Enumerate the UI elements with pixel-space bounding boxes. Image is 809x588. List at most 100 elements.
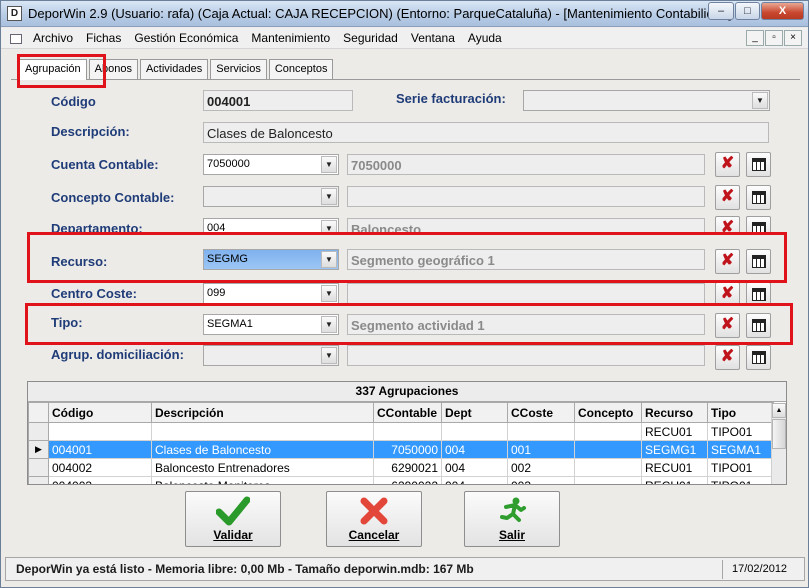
codigo-field[interactable]: 004001 [203,90,353,111]
table-cell[interactable] [48,422,152,441]
child-close-button[interactable]: × [784,30,802,46]
table-cell[interactable]: 7050000 [373,440,442,459]
clear-cuenta-button[interactable]: ✘ [715,152,740,177]
column-header-descripcion[interactable]: Descripción [151,402,374,423]
scroll-up-icon[interactable]: ▲ [772,403,786,418]
concepto-combo[interactable]: ▼ [203,186,339,207]
table-cell[interactable] [574,422,642,441]
table-cell[interactable]: 004 [441,458,508,477]
recurso-combo[interactable]: SEGMG ▼ [203,249,339,270]
table-cell[interactable]: 004 [441,440,508,459]
table-cell[interactable]: 6290021 [373,458,442,477]
chevron-down-icon[interactable]: ▼ [321,188,337,205]
calendar-icon[interactable] [746,249,771,274]
agrup-combo[interactable]: ▼ [203,345,339,366]
child-restore-button[interactable]: ▫ [765,30,783,46]
table-cell[interactable]: Clases de Baloncesto [151,440,374,459]
table-cell[interactable]: RECU01 [641,422,708,441]
column-header-ccontable[interactable]: CContable [373,402,442,423]
clear-concepto-button[interactable]: ✘ [715,185,740,210]
tab-servicios[interactable]: Servicios [210,59,267,79]
table-cell[interactable]: 002 [507,458,575,477]
maximize-button[interactable]: □ [735,2,760,20]
column-header-tipo[interactable]: Tipo [707,402,774,423]
cuenta-combo[interactable]: 7050000 ▼ [203,154,339,175]
tab-abonos[interactable]: Abonos [88,59,138,79]
table-row[interactable]: 004002 Baloncesto Entrenadores 6290021 0… [28,458,774,477]
menu-mantenimiento[interactable]: Mantenimiento [251,31,330,45]
tab-agrupacion[interactable]: Agrupación [19,59,87,80]
table-cell[interactable] [507,422,575,441]
column-header-ccoste[interactable]: CCoste [507,402,575,423]
chevron-down-icon[interactable]: ▼ [321,251,337,268]
menu-ventana[interactable]: Ventana [411,31,455,45]
calendar-icon[interactable] [746,152,771,177]
clear-tipo-button[interactable]: ✘ [715,313,740,338]
document-icon[interactable] [10,34,22,44]
table-cell[interactable]: TIPO01 [707,422,774,441]
table-cell[interactable]: TIPO01 [707,458,774,477]
table-cell[interactable]: TIPO01 [707,476,774,484]
table-cell[interactable] [574,440,642,459]
table-cell[interactable]: 6290022 [373,476,442,484]
table-cell[interactable]: RECU01 [641,458,708,477]
table-cell[interactable]: 004002 [48,458,152,477]
tab-actividades[interactable]: Actividades [139,59,209,79]
tab-conceptos[interactable]: Conceptos [268,59,334,79]
status-message: DeporWin ya está listo - Memoria libre: … [16,562,474,576]
title-bar[interactable]: D DeporWin 2.9 (Usuario: rafa) (Caja Act… [1,1,808,27]
chevron-down-icon[interactable]: ▼ [321,285,337,302]
clear-recurso-button[interactable]: ✘ [715,249,740,274]
descripcion-field[interactable]: Clases de Baloncesto [203,122,769,143]
menu-fichas[interactable]: Fichas [86,31,121,45]
table-cell[interactable] [373,422,442,441]
row-header-corner [28,402,49,423]
child-minimize-button[interactable]: _ [746,30,764,46]
chevron-down-icon[interactable]: ▼ [321,347,337,364]
salir-button[interactable]: Salir [464,491,560,547]
table-cell[interactable] [441,422,508,441]
clear-agrup-button[interactable]: ✘ [715,345,740,370]
checkmark-icon [186,496,280,526]
centro-combo[interactable]: 099 ▼ [203,283,339,304]
chevron-down-icon[interactable]: ▼ [752,92,768,109]
close-button[interactable]: X [761,2,804,20]
menu-archivo[interactable]: Archivo [33,31,73,45]
table-cell[interactable] [574,458,642,477]
scroll-thumb[interactable] [772,419,786,449]
minimize-button[interactable]: – [708,2,734,20]
table-cell[interactable]: 004003 [48,476,152,484]
menu-seguridad[interactable]: Seguridad [343,31,398,45]
serie-combo[interactable]: ▼ [523,90,770,111]
table-cell[interactable]: 004001 [48,440,152,459]
calendar-icon[interactable] [746,345,771,370]
table-cell[interactable]: 004 [441,476,508,484]
table-cell[interactable] [574,476,642,484]
cancelar-button[interactable]: Cancelar [326,491,422,547]
tipo-combo[interactable]: SEGMA1 ▼ [203,314,339,335]
table-cell[interactable]: SEGMA1 [707,440,774,459]
chevron-down-icon[interactable]: ▼ [321,316,337,333]
table-row-selected[interactable]: ▶ 004001 Clases de Baloncesto 7050000 00… [28,440,774,459]
table-cell[interactable]: 001 [507,440,575,459]
table-cell[interactable]: Baloncesto Entrenadores [151,458,374,477]
table-row[interactable]: 004003 Baloncesto Monitores 6290022 004 … [28,476,774,484]
column-header-dept[interactable]: Dept [441,402,508,423]
table-cell[interactable] [151,422,374,441]
column-header-concepto[interactable]: Concepto [574,402,642,423]
column-header-codigo[interactable]: Código [48,402,152,423]
chevron-down-icon[interactable]: ▼ [321,156,337,173]
validar-button[interactable]: Validar [185,491,281,547]
table-cell[interactable]: RECU01 [641,476,708,484]
grid-scrollbar[interactable]: ▲ [771,403,786,484]
table-cell[interactable]: SEGMG1 [641,440,708,459]
table-cell[interactable]: Baloncesto Monitores [151,476,374,484]
calendar-icon[interactable] [746,185,771,210]
column-header-recurso[interactable]: Recurso [641,402,708,423]
calendar-icon[interactable] [746,313,771,338]
menu-ayuda[interactable]: Ayuda [468,31,502,45]
table-row[interactable]: RECU01 TIPO01 [28,422,774,441]
menu-gestion-economica[interactable]: Gestión Económica [134,31,238,45]
table-cell[interactable]: 003 [507,476,575,484]
window-controls: – □ X [708,2,804,20]
